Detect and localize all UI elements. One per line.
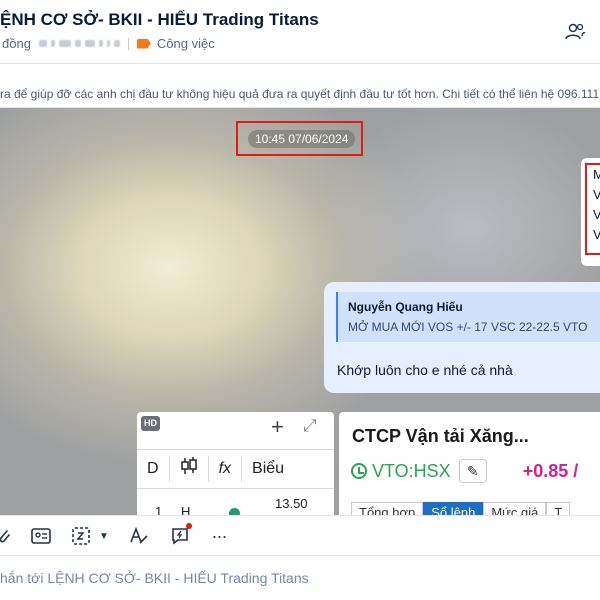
partial-card-line: V <box>593 207 600 222</box>
conversation-subtitle: đồng Công việc <box>2 36 215 51</box>
tab-summary: Tổng hợp <box>351 502 424 515</box>
chat-messages[interactable]: 10:45 07/06/2024 M V V V Nguyễn Quang Hi… <box>0 108 600 515</box>
expand-icon[interactable]: ⤢ <box>303 416 317 436</box>
stock-image-thumbnail[interactable]: CTCP Vận tải Xăng... VTO:HSX ✎ +0.85 / T… <box>339 412 600 515</box>
category-tag[interactable]: Công việc <box>157 36 215 51</box>
tab-price-level: Mức giá <box>483 502 547 515</box>
more-icon[interactable]: ··· <box>208 525 230 547</box>
message-input[interactable] <box>0 566 600 590</box>
partial-card-line: M <box>593 167 600 182</box>
image-chart-toolbar: D fx Biểu <box>137 449 334 489</box>
add-member-icon[interactable] <box>564 22 586 42</box>
quick-message-icon[interactable] <box>170 523 192 547</box>
hd-badge: HD <box>141 416 160 431</box>
ticker-row: VTO:HSX ✎ +0.85 / <box>351 459 578 483</box>
tag-icon <box>136 38 151 49</box>
price-value: 13.50 <box>275 496 308 511</box>
pinned-text: ra để giúp đỡ các anh chị đầu tư không h… <box>0 87 600 101</box>
row-value: 1 <box>155 504 163 515</box>
text-format-icon[interactable] <box>129 525 149 547</box>
chevron-down-icon[interactable]: ▼ <box>98 525 110 547</box>
partial-card-highlight: M V V V <box>585 163 600 255</box>
notification-dot <box>186 523 192 529</box>
member-avatars-blurred <box>38 40 120 47</box>
row-value: H <box>181 504 191 515</box>
partial-message-card[interactable]: M V V V <box>581 158 600 266</box>
contact-card-icon[interactable] <box>31 525 51 547</box>
plus-icon[interactable]: + <box>271 414 284 440</box>
status-dot-icon <box>229 508 240 515</box>
composer-toolbar: ▼ ··· <box>0 515 600 556</box>
timestamp-highlight: 10:45 07/06/2024 <box>236 121 363 156</box>
tab-more: T <box>546 502 571 515</box>
pinned-banner[interactable]: ra để giúp đỡ các anh chị đầu tư không h… <box>0 64 600 108</box>
edit-icon: ✎ <box>458 459 487 483</box>
message-text: Khớp luôn cho e nhé cả nhà <box>337 362 513 378</box>
members-label[interactable]: đồng <box>2 36 31 51</box>
indicator-fx-icon: fx <box>209 456 243 482</box>
price-change: +0.85 / <box>522 460 579 481</box>
chat-header: ỆNH CƠ SỞ- BKII - HIẾU Trading Titans đồ… <box>0 0 600 64</box>
clock-icon <box>351 463 367 479</box>
partial-card-line: V <box>593 187 600 202</box>
chart-image-thumbnail[interactable]: HD + ⤢ D fx Biểu 1 H 13.50 <box>137 412 334 515</box>
conversation-title[interactable]: ỆNH CƠ SỞ- BKII - HIẾU Trading Titans <box>0 10 319 30</box>
reply-message-bubble[interactable]: Nguyễn Quang Hiếu MỞ MUA MỚI VOS +/- 17 … <box>324 282 600 393</box>
divider <box>127 37 129 50</box>
message-composer <box>0 556 600 600</box>
quote-text: MỞ MUA MỚI VOS +/- 17 VSC 22-22.5 VTO <box>348 320 588 334</box>
tab-order-book: Sổ lệnh <box>423 502 484 515</box>
timeframe-label: D <box>137 456 170 482</box>
chart-type-label: Biểu <box>252 460 285 477</box>
quoted-message[interactable]: Nguyễn Quang Hiếu MỞ MUA MỚI VOS +/- 17 … <box>336 292 600 342</box>
message-timestamp: 10:45 07/06/2024 <box>248 130 356 148</box>
stock-tabs: Tổng hợp Sổ lệnh Mức giá T <box>351 502 571 515</box>
ticker-symbol: VTO:HSX <box>372 460 451 481</box>
attach-icon[interactable] <box>0 525 12 547</box>
candlestick-icon <box>170 456 209 482</box>
partial-card-line: V <box>593 227 600 242</box>
screenshot-icon[interactable] <box>72 525 92 547</box>
company-name: CTCP Vận tải Xăng... <box>352 426 529 446</box>
quote-author: Nguyễn Quang Hiếu <box>348 300 463 314</box>
